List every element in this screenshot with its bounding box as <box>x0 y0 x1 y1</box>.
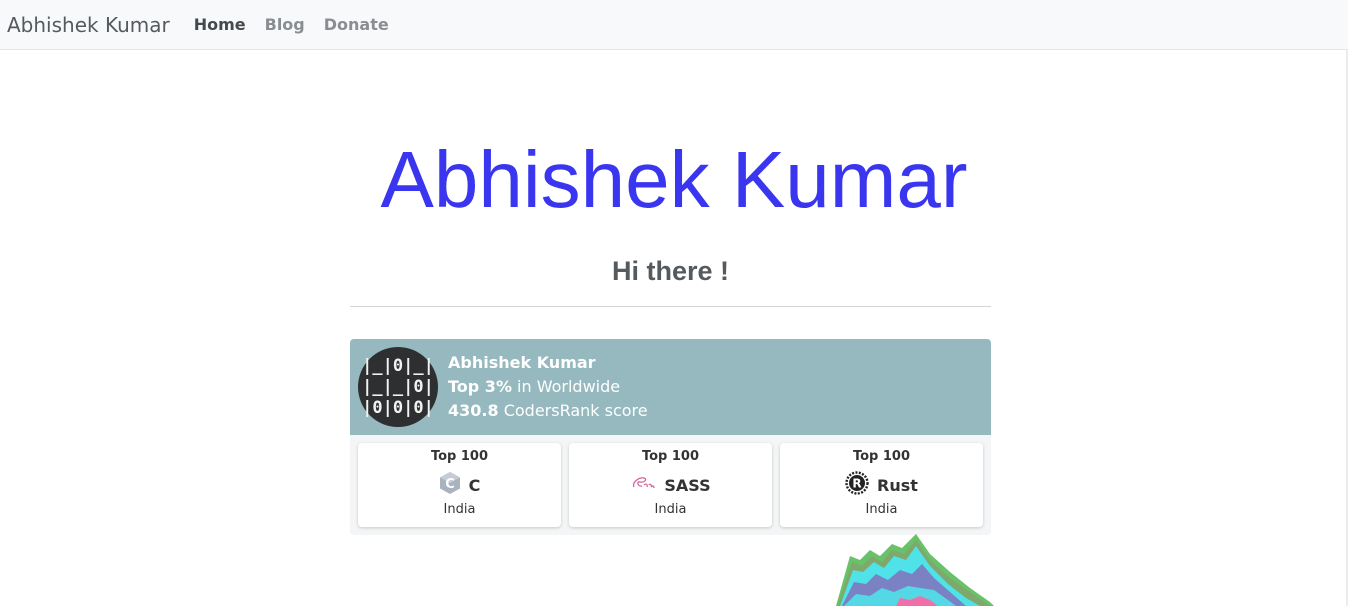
sass-icon <box>630 473 656 497</box>
badge-card-sass[interactable]: Top 100 SASS India <box>569 443 772 527</box>
rust-icon: R <box>845 471 869 499</box>
language-badges: Top 100 C C India Top 100 SASS India Top… <box>350 435 991 535</box>
profile-info: Abhishek Kumar Top 3% in Worldwide 430.8… <box>448 351 648 423</box>
avatar-line: |0|0|0| <box>362 397 434 418</box>
badge-rank: Top 100 <box>641 449 700 464</box>
divider <box>350 306 991 307</box>
badge-language: SASS <box>664 475 711 495</box>
codersrank-widget[interactable]: |_|0|_| |_|_|0| |0|0|0| Abhishek Kumar T… <box>350 339 991 535</box>
codersrank-score-label: CodersRank score <box>498 401 648 420</box>
svg-text:R: R <box>852 477 861 491</box>
badge-language: C <box>468 475 481 495</box>
badge-country: India <box>654 502 687 517</box>
page-title: Abhishek Kumar <box>380 135 968 224</box>
navbar-brand[interactable]: Abhishek Kumar <box>7 13 170 37</box>
avatar: |_|0|_| |_|_|0| |0|0|0| <box>358 347 438 427</box>
codersrank-score: 430.8 <box>448 401 499 420</box>
codersrank-header: |_|0|_| |_|_|0| |0|0|0| Abhishek Kumar T… <box>350 339 991 435</box>
worldwide-rank: Top 3% <box>448 377 512 396</box>
activity-stream-chart <box>836 534 994 606</box>
badge-rank: Top 100 <box>852 449 911 464</box>
avatar-line: |_|_|0| <box>362 376 434 397</box>
nav-link-blog[interactable]: Blog <box>265 15 305 34</box>
navbar: Abhishek Kumar Home Blog Donate <box>0 0 1348 50</box>
avatar-line: |_|0|_| <box>362 355 434 376</box>
badge-language: Rust <box>877 475 918 495</box>
badge-card-c[interactable]: Top 100 C C India <box>358 443 561 527</box>
badge-card-rust[interactable]: Top 100 R Rust India <box>780 443 983 527</box>
nav-link-home[interactable]: Home <box>194 15 246 34</box>
page-subtitle: Hi there ! <box>611 256 730 286</box>
nav-link-donate[interactable]: Donate <box>324 15 389 34</box>
profile-name: Abhishek Kumar <box>448 353 596 372</box>
svg-text:C: C <box>445 477 455 492</box>
c-language-icon: C <box>439 471 461 499</box>
badge-country: India <box>443 502 476 517</box>
badge-country: India <box>865 502 898 517</box>
worldwide-rank-label: in Worldwide <box>511 377 621 396</box>
badge-rank: Top 100 <box>430 449 489 464</box>
